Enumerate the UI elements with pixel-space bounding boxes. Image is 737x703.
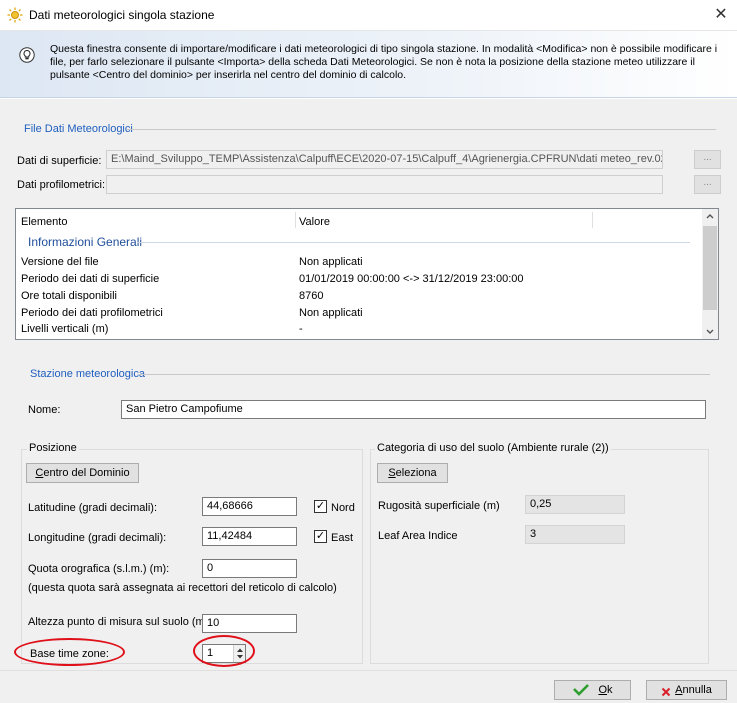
col-header-value[interactable]: Valore	[299, 216, 330, 228]
close-button[interactable]: ✕	[710, 4, 732, 26]
list-item-value: -	[299, 323, 303, 335]
surface-data-field[interactable]: E:\Maind_Sviluppo_TEMP\Assistenza\Calpuf…	[106, 150, 663, 169]
app-sun-icon	[7, 7, 23, 23]
surface-browse-button[interactable]: ...	[694, 150, 721, 169]
cancel-x-icon	[661, 685, 671, 697]
list-item-name: Versione del file	[21, 256, 99, 268]
north-checkbox[interactable]: ✓	[314, 500, 327, 513]
file-group-divider	[127, 129, 716, 130]
check-icon	[572, 684, 590, 696]
list-item-value: 8760	[299, 290, 324, 302]
list-item-value: Non applicati	[299, 307, 363, 319]
cancel-button[interactable]: Annulla	[646, 680, 727, 700]
position-group-title: Posizione	[27, 442, 79, 454]
quota-label: Quota orografica (s.l.m.) (m):	[28, 563, 170, 575]
east-label: East	[331, 532, 354, 544]
domain-center-button[interactable]: Centro del Dominio	[26, 463, 139, 483]
col-separator	[295, 212, 296, 228]
list-item-name: Ore totali disponibili	[21, 290, 117, 302]
profile-data-field[interactable]	[106, 175, 663, 194]
col-header-element[interactable]: Elemento	[21, 216, 67, 228]
profile-data-label: Dati profilometrici:	[17, 179, 106, 191]
landuse-group-title: Categoria di uso del suolo (Ambiente rur…	[375, 442, 611, 454]
station-name-input[interactable]: San Pietro Campofiume	[121, 400, 706, 419]
latitude-input[interactable]: 44,68666	[202, 497, 297, 516]
file-group-title: File Dati Meteorologici	[24, 123, 133, 135]
station-group-title: Stazione meteorologica	[30, 368, 145, 380]
station-name-label: Nome:	[28, 404, 61, 416]
ok-button[interactable]: Ok	[554, 680, 631, 700]
banner-text: Questa finestra consente di importare/mo…	[50, 43, 718, 81]
longitude-label: Longitudine (gradi decimali):	[28, 532, 167, 544]
north-label: Nord	[331, 502, 355, 514]
ok-accelerator: O	[598, 684, 608, 696]
scroll-down-icon[interactable]	[705, 327, 715, 337]
list-scroll-thumb[interactable]	[703, 226, 717, 310]
ok-button-label: k	[607, 684, 613, 696]
lai-label: Leaf Area Indice	[378, 530, 458, 542]
cancel-button-label: nnulla	[682, 684, 712, 696]
list-item-name: Periodo dei dati di superficie	[21, 273, 160, 285]
list-item-value: 01/01/2019 00:00:00 <-> 31/12/2019 23:00…	[299, 273, 524, 285]
station-group-divider	[138, 374, 710, 375]
quota-note: (questa quota sarà assegnata ai recettor…	[28, 582, 337, 594]
east-checkbox[interactable]: ✓	[314, 530, 327, 543]
col-separator	[592, 212, 593, 228]
roughness-label: Rugosità superficiale (m)	[378, 500, 500, 512]
surface-data-label: Dati di superficie:	[17, 155, 102, 167]
height-input[interactable]: 10	[202, 614, 297, 633]
select-button-label: eleziona	[395, 467, 437, 479]
list-item-name: Periodo dei dati profilometrici	[21, 307, 163, 319]
list-item-value: Non applicati	[299, 256, 363, 268]
roughness-field: 0,25	[525, 495, 625, 514]
select-accelerator: S	[388, 467, 396, 479]
window-title: Dati meteorologici singola stazione	[29, 8, 215, 22]
highlight-ellipse	[193, 635, 255, 667]
lightbulb-info-icon	[19, 47, 35, 63]
longitude-input[interactable]: 11,42484	[202, 527, 297, 546]
quota-input[interactable]: 0	[202, 559, 297, 578]
scroll-up-icon[interactable]	[705, 211, 715, 221]
highlight-ellipse	[14, 638, 125, 666]
profile-browse-button[interactable]: ...	[694, 175, 721, 194]
latitude-label: Latitudine (gradi decimali):	[28, 502, 158, 514]
list-item-name: Livelli verticali (m)	[21, 323, 109, 335]
center-button-label: entro del Dominio	[43, 467, 130, 479]
select-landuse-button[interactable]: Seleziona	[377, 463, 448, 483]
height-label: Altezza punto di misura sul suolo (m):	[28, 616, 212, 628]
list-section-divider	[137, 242, 690, 243]
lai-field: 3	[525, 525, 625, 544]
list-section-title: Informazioni Generali	[28, 235, 143, 249]
